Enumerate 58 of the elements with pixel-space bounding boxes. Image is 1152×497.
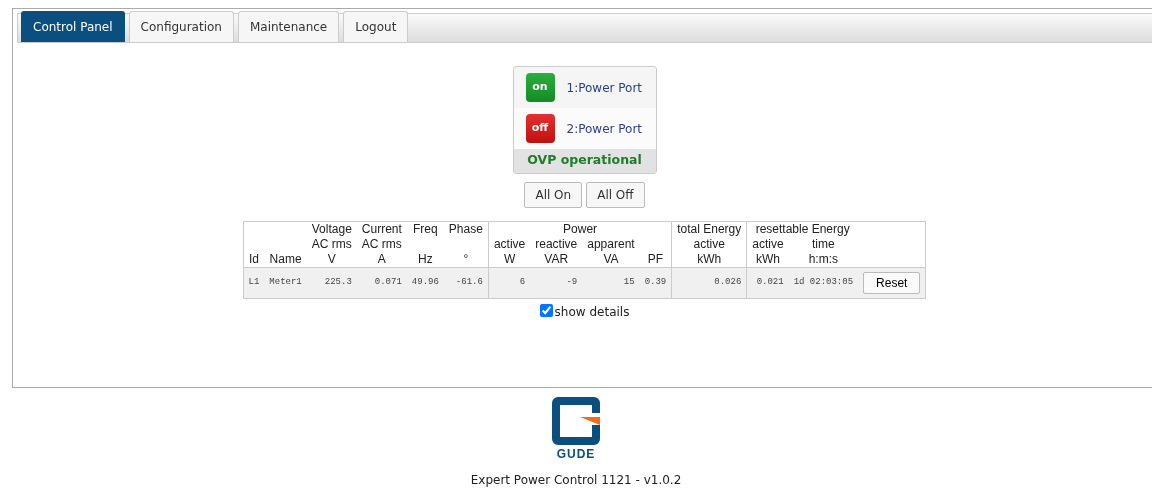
column-heading: kWh [697, 251, 722, 266]
column-heading: apparent [587, 236, 635, 251]
power-toggle-button[interactable]: on [525, 73, 555, 102]
port-label: 2:Power Port [566, 120, 643, 138]
table-cell: 0.39 [639, 267, 672, 299]
column-heading: W [503, 251, 516, 266]
column-heading: Phase [448, 221, 483, 236]
table-cell: 6 [488, 267, 531, 299]
column-heading: active [493, 236, 526, 251]
logo-text: GUDE [556, 447, 596, 461]
column-heading: A [377, 251, 386, 266]
table-cell: 0.026 [671, 267, 747, 299]
column-heading: total Energy [677, 221, 742, 236]
table-cell: 15 [582, 267, 640, 299]
column-heading: Current [361, 221, 402, 236]
ovp-status: OVP operational [513, 149, 656, 173]
column-heading: Id [248, 251, 259, 266]
column-heading: resettable Energy [755, 221, 850, 236]
column-heading: AC rms [311, 236, 352, 251]
column-heading: Name [269, 251, 302, 266]
switch-all-button[interactable]: All Off [586, 181, 645, 208]
column-heading: reactive [535, 236, 578, 251]
table-cell: 1d 02:03:05 [788, 267, 859, 299]
table-cell: -61.6 [443, 267, 489, 299]
table-cell: Meter1 [264, 267, 307, 299]
column-heading: AC rms [361, 236, 402, 251]
column-heading: VAR [544, 251, 569, 266]
table-cell: 0.071 [356, 267, 407, 299]
column-heading: Hz [418, 251, 433, 266]
column-heading: active [752, 236, 784, 251]
column-heading: VA [603, 251, 619, 266]
table-cell: 225.3 [306, 267, 357, 299]
tab[interactable]: Maintenance [237, 11, 340, 42]
column-heading: Voltage [311, 221, 352, 236]
column-heading: time [812, 236, 835, 251]
tab[interactable]: Control Panel [21, 11, 125, 42]
power-toggle-button[interactable]: off [525, 114, 555, 143]
column-heading: ° [463, 251, 469, 266]
column-heading: Freq [413, 221, 438, 236]
column-heading: active [693, 236, 725, 251]
column-heading: kWh [755, 251, 780, 266]
column-heading: V [327, 251, 336, 266]
show-details-checkbox[interactable] [539, 303, 553, 317]
table-cell: -9 [530, 267, 583, 299]
port-label: 1:Power Port [566, 79, 643, 97]
table-cell: 49.96 [406, 267, 444, 299]
column-heading: h:m:s [808, 251, 839, 266]
table-cell: 0.021 [746, 267, 789, 299]
tab[interactable]: Logout [343, 11, 409, 42]
reset-button[interactable]: Reset [863, 271, 921, 294]
column-heading: PF [647, 251, 664, 266]
product-version: Expert Power Control 1121 - v1.0.2 [470, 473, 682, 487]
checkbox-label: show details [554, 304, 630, 319]
column-heading: Power [563, 221, 598, 236]
logo-icon [552, 397, 600, 445]
switch-all-button[interactable]: All On [524, 181, 583, 208]
table-cell: L1 [243, 267, 265, 299]
tab[interactable]: Configuration [128, 11, 234, 42]
